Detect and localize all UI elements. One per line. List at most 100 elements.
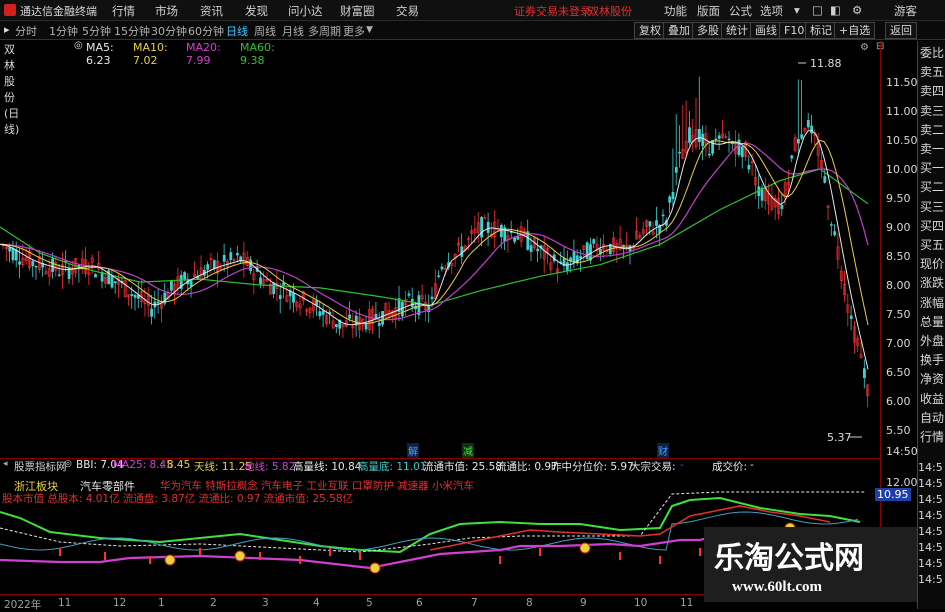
period-1min[interactable]: 1分钟 xyxy=(49,23,78,39)
side-panel-item[interactable]: 外盘 xyxy=(920,332,944,352)
btn-diejia[interactable]: 叠加 xyxy=(663,22,695,39)
indicator-settings-icon[interactable]: ◎ xyxy=(64,459,72,469)
period-more[interactable]: 更多 xyxy=(343,23,365,39)
side-time-label: 14:5 xyxy=(918,461,943,474)
window-mode-icon[interactable]: □ xyxy=(812,3,823,17)
btn-tongji[interactable]: 统计 xyxy=(721,22,753,39)
period-5min[interactable]: 5分钟 xyxy=(82,23,111,39)
side-panel-item[interactable]: 卖三 xyxy=(920,102,944,122)
price-chart[interactable]: 11.88 5.37 xyxy=(0,55,885,458)
side-panel-item[interactable]: 净资 xyxy=(920,370,944,390)
side-panel-item[interactable]: 买一 xyxy=(920,159,944,179)
price-tick: 10.50 xyxy=(886,134,918,147)
indicator-header: ◂ 股票指标网 ◎ BBI: 7.04 MA25: 8.45 : 8.45 天线… xyxy=(0,458,880,473)
chevron-down-icon[interactable]: ▼ xyxy=(366,25,373,35)
menu-hangqing[interactable]: 行情 xyxy=(112,3,135,19)
event-marker-cai[interactable]: 财 xyxy=(657,443,669,458)
low-label: 5.37 xyxy=(827,431,852,444)
menu-shichang[interactable]: 市场 xyxy=(155,3,178,19)
side-panel-item[interactable]: 买五 xyxy=(920,236,944,256)
period-weekly[interactable]: 周线 xyxy=(254,23,276,39)
login-notice[interactable]: 证券交易未登录 xyxy=(514,3,591,19)
date-label: 12 xyxy=(113,597,127,609)
btn-zixuan[interactable]: +自选 xyxy=(834,22,876,39)
price-tick: 10.00 xyxy=(886,163,918,176)
menu-gongneng[interactable]: 功能 xyxy=(664,3,687,19)
side-time-label: 14:5 xyxy=(918,541,943,554)
guest-login[interactable]: 游客 xyxy=(894,3,917,19)
side-panel-item[interactable]: 买二 xyxy=(920,178,944,198)
legend-icon[interactable]: ◎ xyxy=(74,40,83,51)
minimize-icon[interactable]: ▾ xyxy=(794,3,800,17)
price-tick: 8.50 xyxy=(886,250,911,263)
menu-jiaoyi[interactable]: 交易 xyxy=(396,3,419,19)
side-panel-item[interactable]: 收益 xyxy=(920,390,944,410)
app-name: 通达信金融终端 xyxy=(20,5,97,18)
menu-caifuquan[interactable]: 财富圈 xyxy=(340,3,375,19)
event-marker-jie[interactable]: 解 xyxy=(407,443,419,458)
period-monthly[interactable]: 月线 xyxy=(282,23,304,39)
high-label: 11.88 xyxy=(810,57,842,70)
menu-banmian[interactable]: 版面 xyxy=(697,3,720,19)
ind-current-value: 10.95 xyxy=(875,488,911,501)
btn-biaoji[interactable]: 标记 xyxy=(805,22,837,39)
side-panel-item[interactable]: 换手 xyxy=(920,351,944,371)
date-label: 11 xyxy=(58,597,72,609)
price-tick: 11.00 xyxy=(886,105,918,118)
date-label: 3 xyxy=(262,597,269,609)
gear-icon[interactable]: ⚙ xyxy=(860,42,869,53)
side-panel-item[interactable]: 卖二 xyxy=(920,121,944,141)
side-panel-item[interactable]: 涨跌 xyxy=(920,274,944,294)
title-stock-name: 双林股份 xyxy=(588,5,632,18)
side-panel-item[interactable]: 行情 xyxy=(920,428,944,448)
collapse-icon[interactable]: ◂ xyxy=(3,459,8,469)
date-label: 1 xyxy=(158,597,165,609)
side-panel-item[interactable]: 买四 xyxy=(920,217,944,237)
settings-icon[interactable]: ⚙ xyxy=(852,3,862,17)
side-panel-item[interactable]: 卖一 xyxy=(920,140,944,160)
period-fenshi[interactable]: 分时 xyxy=(15,23,37,39)
side-panel-item[interactable]: 现价 xyxy=(920,255,944,275)
period-60min[interactable]: 60分钟 xyxy=(188,23,224,39)
menu-xuanxiang[interactable]: 选项 xyxy=(760,3,783,19)
expand-icon[interactable]: ▸ xyxy=(4,23,10,36)
date-label: 2 xyxy=(210,597,217,609)
date-label: 6 xyxy=(416,597,423,609)
btn-fuquan[interactable]: 复权 xyxy=(634,22,666,39)
btn-huaxian[interactable]: 画线 xyxy=(750,22,782,39)
side-time-label: 14:5 xyxy=(918,573,943,586)
price-tick: 8.00 xyxy=(886,279,911,292)
menu-faxian[interactable]: 发现 xyxy=(245,3,268,19)
side-panel-item[interactable]: 买三 xyxy=(920,198,944,218)
menu-zixun[interactable]: 资讯 xyxy=(200,3,223,19)
event-marker-jian[interactable]: 减 xyxy=(462,443,474,458)
side-time-label: 14:5 xyxy=(918,493,943,506)
price-tick: 5.50 xyxy=(886,424,911,437)
period-30min[interactable]: 30分钟 xyxy=(151,23,187,39)
period-multi[interactable]: 多周期 xyxy=(308,23,341,39)
title-bar: 通达信金融终端 行情 市场 资讯 发现 问小达 财富圈 交易 证券交易未登录 双… xyxy=(0,0,945,21)
side-panel-item[interactable]: 卖四 xyxy=(920,82,944,102)
side-panel-item[interactable]: 涨幅 xyxy=(920,294,944,314)
chat-icon[interactable]: ◧ xyxy=(830,3,841,17)
date-label: 4 xyxy=(313,597,320,609)
period-daily[interactable]: 日线 xyxy=(226,23,248,39)
side-panel-item[interactable]: 总量 xyxy=(920,313,944,333)
btn-fanhui[interactable]: 返回 xyxy=(885,22,917,39)
price-tick: 6.00 xyxy=(886,395,911,408)
menu-gongshi[interactable]: 公式 xyxy=(729,3,752,19)
date-label: 2022年 xyxy=(4,599,42,611)
axis-divider xyxy=(880,41,881,594)
side-time-label: 14:5 xyxy=(918,509,943,522)
v845-value: : 8.45 xyxy=(160,459,191,471)
period-15min[interactable]: 15分钟 xyxy=(114,23,150,39)
price-tick: 7.00 xyxy=(886,337,911,350)
btn-duogu[interactable]: 多股 xyxy=(692,22,724,39)
chengjiao-value: - xyxy=(750,459,754,471)
side-panel-item[interactable]: 委比 xyxy=(920,44,944,64)
side-time-label: 14:5 xyxy=(918,477,943,490)
side-panel-item[interactable]: 自动 xyxy=(920,409,944,429)
menu-wenxiaoda[interactable]: 问小达 xyxy=(288,3,323,19)
side-panel-item[interactable]: 卖五 xyxy=(920,63,944,83)
date-label: 10 xyxy=(634,597,648,609)
